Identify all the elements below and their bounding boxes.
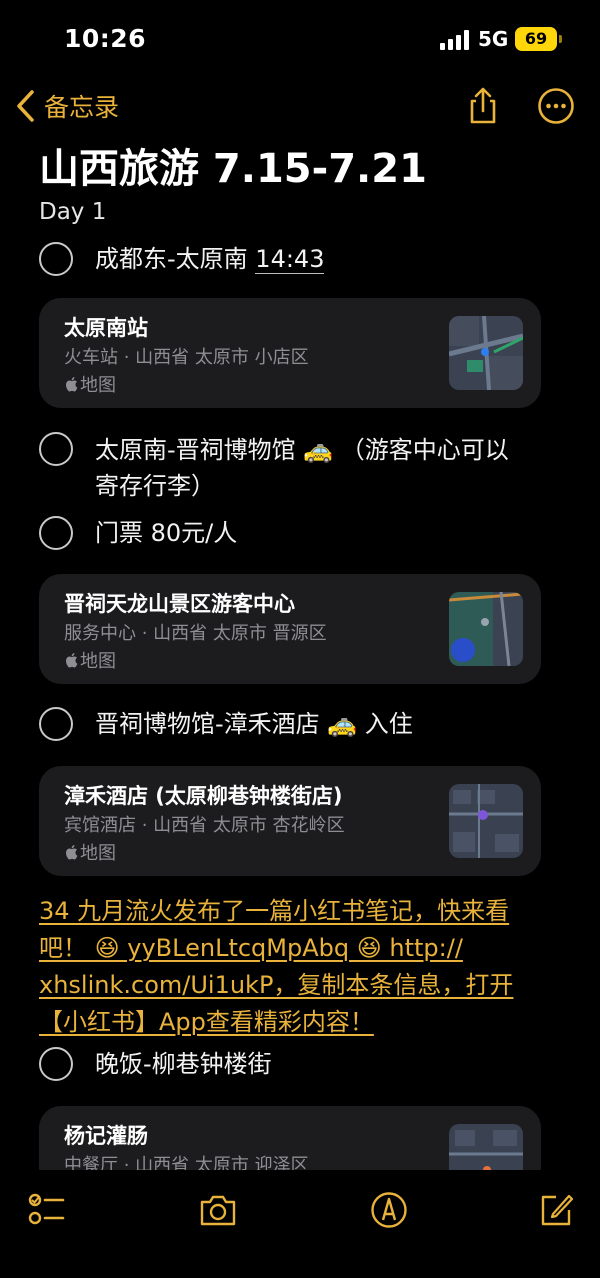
clip-region: 杨记灌肠 中餐厅 · 山西省 太原市 迎泽区: [0, 1100, 600, 1170]
back-button[interactable]: 备忘录: [14, 88, 119, 124]
location-card[interactable]: 杨记灌肠 中餐厅 · 山西省 太原市 迎泽区: [39, 1106, 541, 1170]
checklist-item-text[interactable]: 晋祠博物馆-漳禾酒店 🚕 入住: [95, 707, 413, 741]
checklist-item-text[interactable]: 太原南-晋祠博物馆 🚕 （游客中心可以 寄存行李）: [95, 432, 509, 504]
camera-icon: [200, 1195, 236, 1226]
checkbox-circle[interactable]: [39, 242, 73, 276]
checkbox-circle[interactable]: [39, 707, 73, 741]
card-subtitle: 火车站 · 山西省 太原市 小店区: [64, 347, 309, 368]
more-button[interactable]: [536, 86, 576, 126]
network-label: 5G: [478, 27, 509, 51]
location-card[interactable]: 漳禾酒店 (太原柳巷钟楼街店) 宾馆酒店 · 山西省 太原市 杏花岭区 地图: [39, 766, 541, 876]
map-thumbnail: [449, 1124, 523, 1170]
compose-icon: [541, 1194, 574, 1226]
day-heading[interactable]: Day 1: [39, 199, 106, 225]
checklist-item-text[interactable]: 门票 80元/人: [95, 516, 237, 550]
camera-button[interactable]: [198, 1190, 238, 1230]
note-title[interactable]: 山西旅游 7.15-7.21: [39, 136, 427, 194]
checklist-item-text[interactable]: 晚饭-柳巷钟楼街: [95, 1047, 272, 1081]
card-source: 地图: [64, 371, 116, 397]
checklist-item[interactable]: 成都东-太原南 14:43: [39, 242, 325, 276]
apple-icon: [65, 377, 78, 392]
location-card[interactable]: 晋祠天龙山景区游客中心 服务中心 · 山西省 太原市 晋源区 地图: [39, 574, 541, 684]
checklist-button[interactable]: [26, 1190, 66, 1230]
card-subtitle: 宾馆酒店 · 山西省 太原市 杏花岭区: [64, 815, 345, 836]
share-icon: [470, 87, 496, 124]
location-card[interactable]: 太原南站 火车站 · 山西省 太原市 小店区 地图: [39, 298, 541, 408]
status-time: 10:26: [64, 24, 147, 53]
checkbox-circle[interactable]: [39, 1047, 73, 1081]
checkbox-circle[interactable]: [39, 516, 73, 550]
map-thumbnail: [449, 592, 523, 666]
map-thumbnail: [449, 784, 523, 858]
back-label: 备忘录: [44, 93, 120, 122]
map-thumbnail: [449, 316, 523, 390]
card-title: 太原南站: [64, 316, 148, 340]
card-subtitle: 中餐厅 · 山西省 太原市 迎泽区: [64, 1155, 309, 1170]
card-subtitle: 服务中心 · 山西省 太原市 晋源区: [64, 623, 327, 644]
xhs-link-text[interactable]: 34 九月流火发布了一篇小红书笔记，快来看 吧！ 😆 yyBLenLtcqMpA…: [39, 893, 564, 1041]
checklist-item[interactable]: 太原南-晋祠博物馆 🚕 （游客中心可以 寄存行李）: [39, 432, 509, 504]
markup-button[interactable]: [369, 1190, 409, 1230]
compose-button[interactable]: [536, 1190, 576, 1230]
checkbox-circle[interactable]: [39, 432, 73, 466]
checklist-icon: [28, 1193, 65, 1225]
checklist-item[interactable]: 门票 80元/人: [39, 516, 237, 550]
card-source: 地图: [64, 647, 116, 673]
checklist-item-text[interactable]: 成都东-太原南 14:43: [95, 242, 325, 276]
battery-icon: 69: [515, 27, 557, 51]
card-source: 地图: [64, 839, 116, 865]
more-icon: [538, 88, 574, 124]
time-link[interactable]: 14:43: [255, 245, 325, 274]
card-title: 漳禾酒店 (太原柳巷钟楼街店): [64, 784, 343, 808]
signal-icon: [440, 30, 470, 50]
apple-icon: [65, 845, 78, 860]
card-title: 晋祠天龙山景区游客中心: [64, 592, 295, 616]
card-title: 杨记灌肠: [64, 1124, 148, 1148]
checklist-item[interactable]: 晚饭-柳巷钟楼街: [39, 1047, 272, 1081]
chevron-left-icon: [17, 90, 34, 122]
checklist-item[interactable]: 晋祠博物馆-漳禾酒店 🚕 入住: [39, 707, 413, 741]
share-button[interactable]: [463, 86, 503, 126]
apple-icon: [65, 653, 78, 668]
markup-icon: [371, 1192, 407, 1228]
battery-tip: [559, 35, 562, 43]
